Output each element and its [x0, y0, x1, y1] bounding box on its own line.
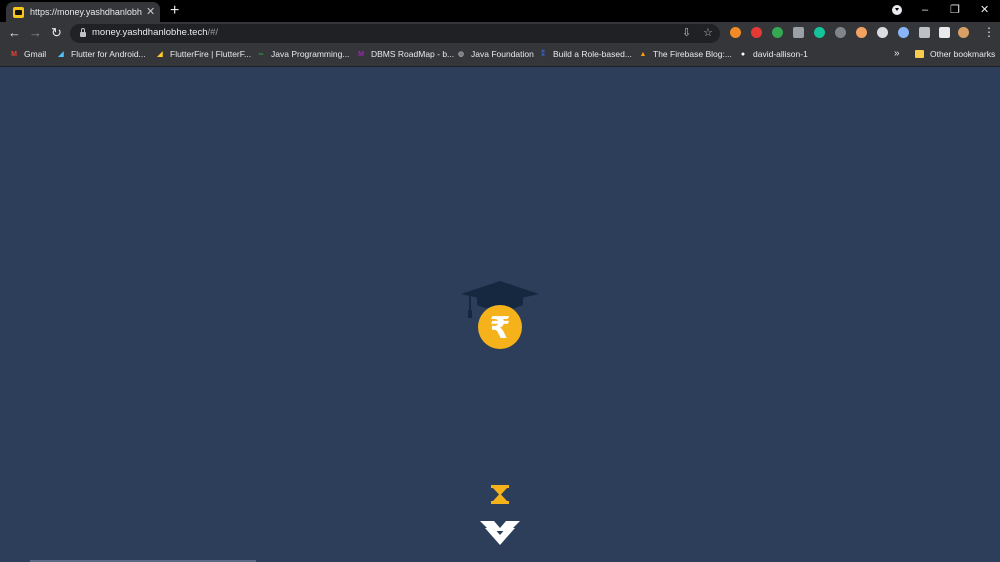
browser-tab[interactable]: https://money.yashdhanlobhe.tech ✕ — [6, 2, 160, 22]
ext-gray-square-icon[interactable] — [919, 27, 930, 38]
folder-icon — [915, 50, 924, 58]
url-path: /#/ — [207, 27, 219, 38]
back-button[interactable]: ← — [8, 25, 21, 41]
bookmark-label: DBMS RoadMap - b... — [371, 49, 455, 59]
bookmark-label: Gmail — [24, 49, 47, 59]
profile-avatar-icon[interactable] — [958, 27, 969, 38]
bookmark-item[interactable]: ⁑ Build a Role-based... — [538, 49, 632, 59]
bookmarks-overflow-button[interactable]: » — [894, 48, 900, 59]
bookmark-item[interactable]: ∞ Java Programming... — [256, 49, 350, 59]
github-icon: ● — [740, 50, 746, 58]
ext-grammarly-icon[interactable] — [814, 27, 825, 38]
winged-emblem-icon — [480, 520, 520, 545]
tab-strip: https://money.yashdhanlobhe.tech ✕ + – ❐… — [0, 0, 1000, 22]
hourglass-loader-icon — [491, 485, 509, 504]
ext-lightning-icon[interactable] — [730, 27, 741, 38]
bookmark-label: Java Foundation — [471, 49, 534, 59]
bookmark-label: david-allison-1 — [753, 49, 808, 59]
rupee-symbol: ₹ — [490, 311, 511, 346]
bookmarks-bar: M Gmail ◢ Flutter for Android... ◢ FlutterFir… — [0, 44, 1000, 67]
bookmark-label: FlutterFire | FlutterF... — [170, 49, 252, 59]
bookmark-item[interactable]: ◢ FlutterFire | FlutterF... — [155, 49, 251, 59]
ext-green-plus-icon[interactable] — [772, 27, 783, 38]
minimize-button[interactable]: – — [922, 2, 928, 18]
bookmark-label: Java Programming... — [271, 49, 350, 59]
bookmark-item[interactable]: M DBMS RoadMap - b... — [356, 49, 454, 59]
money-education-logo: ₹ — [461, 281, 539, 349]
forward-button[interactable]: → — [29, 25, 42, 41]
bookmark-item[interactable]: ◢ Flutter for Android... — [56, 49, 146, 59]
bookmark-label: The Firebase Blog:... — [653, 49, 732, 59]
bookmark-item[interactable]: ● david-allison-1 — [738, 49, 808, 59]
bookmark-star-icon[interactable]: ☆ — [703, 26, 713, 40]
tab-search-icon[interactable] — [892, 5, 902, 15]
ext-honey-icon[interactable] — [856, 27, 867, 38]
close-window-button[interactable]: ✕ — [980, 2, 989, 18]
bookmark-label: Flutter for Android... — [71, 49, 146, 59]
ext-white-circle-icon[interactable] — [877, 27, 888, 38]
url-host: money.yashdhanlobhe.tech — [92, 27, 208, 38]
tab-title: https://money.yashdhanlobhe.tech — [30, 7, 142, 17]
firebase-icon: ▲ — [639, 50, 647, 58]
bookmark-item[interactable]: ▲ The Firebase Blog:... — [638, 49, 732, 59]
new-tab-button[interactable]: + — [170, 2, 179, 20]
ext-red-icon[interactable] — [751, 27, 762, 38]
browser-menu-icon[interactable]: ⋮ — [983, 25, 995, 39]
reload-button[interactable]: ↻ — [51, 25, 62, 41]
extensions-puzzle-icon[interactable] — [939, 27, 950, 38]
address-bar[interactable]: money.yashdhanlobhe.tech/#/ ⇩ ☆ — [70, 24, 720, 43]
other-bookmarks-label: Other bookmarks — [930, 49, 996, 59]
web-page: ₹ — [0, 67, 1000, 562]
graduation-cap-icon — [461, 281, 539, 303]
gmail-icon: M — [11, 50, 17, 58]
lock-icon — [80, 28, 86, 37]
install-app-icon[interactable]: ⇩ — [682, 26, 691, 40]
other-bookmarks-folder[interactable]: Other bookmarks — [915, 49, 995, 59]
bookmark-item[interactable]: ◍ Java Foundation — [456, 49, 534, 59]
globe-icon: ◍ — [457, 51, 465, 58]
ext-blue-circle-icon[interactable] — [898, 27, 909, 38]
roadmap-icon: M — [358, 50, 364, 58]
geeks-icon: ∞ — [258, 50, 264, 58]
restore-button[interactable]: ❐ — [950, 2, 960, 18]
bookmark-blue-icon: ⁑ — [541, 51, 545, 58]
bookmark-item[interactable]: M Gmail — [9, 49, 46, 59]
tab-close-icon[interactable]: ✕ — [146, 6, 155, 18]
ext-pocket-icon[interactable] — [793, 27, 804, 38]
flutter-icon: ◢ — [58, 51, 64, 58]
flutterfire-icon: ◢ — [157, 51, 163, 58]
address-url[interactable]: money.yashdhanlobhe.tech/#/ — [92, 27, 218, 38]
ext-gray-circle-icon[interactable] — [835, 27, 846, 38]
site-favicon-icon — [13, 6, 24, 18]
bookmark-label: Build a Role-based... — [553, 49, 632, 59]
browser-toolbar: ← → ↻ money.yashdhanlobhe.tech/#/ ⇩ ☆ ⋮ — [0, 22, 1000, 44]
cap-tassel — [468, 310, 472, 318]
